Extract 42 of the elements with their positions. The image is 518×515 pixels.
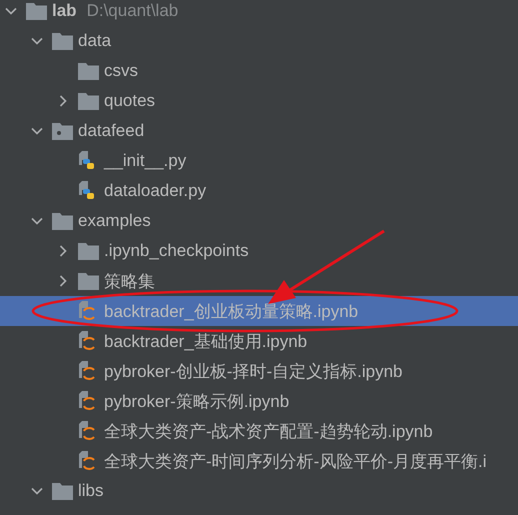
item-name: examples: [78, 211, 151, 231]
tree-item[interactable]: csvs: [0, 56, 518, 86]
tree-item[interactable]: data: [0, 26, 518, 56]
tree-item[interactable]: libs: [0, 476, 518, 506]
tree-item[interactable]: lab D:\quant\lab: [0, 0, 518, 26]
item-name: pybroker-策略示例.ipynb: [104, 390, 290, 412]
tree-item[interactable]: backtrader_基础使用.ipynb: [0, 326, 518, 356]
tree-item[interactable]: __init__.py: [0, 146, 518, 176]
tree-item[interactable]: 策略集: [0, 266, 518, 296]
item-name: dataloader.py: [104, 181, 206, 201]
tree-item[interactable]: 全球大类资产-时间序列分析-风险平价-月度再平衡.i: [0, 446, 518, 476]
item-name: csvs: [104, 61, 138, 81]
item-name: __init__.py: [104, 151, 186, 171]
tree-item[interactable]: quotes: [0, 86, 518, 116]
folder-icon: [52, 212, 73, 230]
tree-item[interactable]: .ipynb_checkpoints: [0, 236, 518, 266]
item-path: D:\quant\lab: [86, 1, 178, 21]
item-name: .ipynb_checkpoints: [104, 241, 249, 261]
tree-item[interactable]: 全球大类资产-战术资产配置-趋势轮动.ipynb: [0, 416, 518, 446]
tree-item[interactable]: examples: [0, 206, 518, 236]
folder-icon: [26, 2, 47, 20]
tree-item[interactable]: pybroker-创业板-择时-自定义指标.ipynb: [0, 356, 518, 386]
item-name: backtrader_创业板动量策略.ipynb: [104, 300, 358, 322]
folder-icon: [78, 92, 99, 110]
folder-icon: [78, 62, 99, 80]
folder-icon: [52, 32, 73, 50]
folder-icon: [78, 272, 99, 290]
item-name: 策略集: [104, 270, 155, 292]
item-name: 全球大类资产-战术资产配置-趋势轮动.ipynb: [104, 420, 433, 442]
tree-item[interactable]: pybroker-策略示例.ipynb: [0, 386, 518, 416]
item-name: backtrader_基础使用.ipynb: [104, 330, 308, 352]
tree-item[interactable]: datafeed: [0, 116, 518, 146]
item-name: libs: [78, 481, 104, 501]
folder-icon: [52, 482, 73, 500]
item-name: datafeed: [78, 121, 144, 141]
item-name: data: [78, 31, 112, 51]
item-name: 全球大类资产-时间序列分析-风险平价-月度再平衡.i: [104, 450, 486, 472]
folder-icon: [78, 242, 99, 260]
item-name: quotes: [104, 91, 156, 111]
item-name: lab: [52, 1, 77, 21]
tree-item[interactable]: dataloader.py: [0, 176, 518, 206]
item-name: pybroker-创业板-择时-自定义指标.ipynb: [104, 360, 402, 382]
